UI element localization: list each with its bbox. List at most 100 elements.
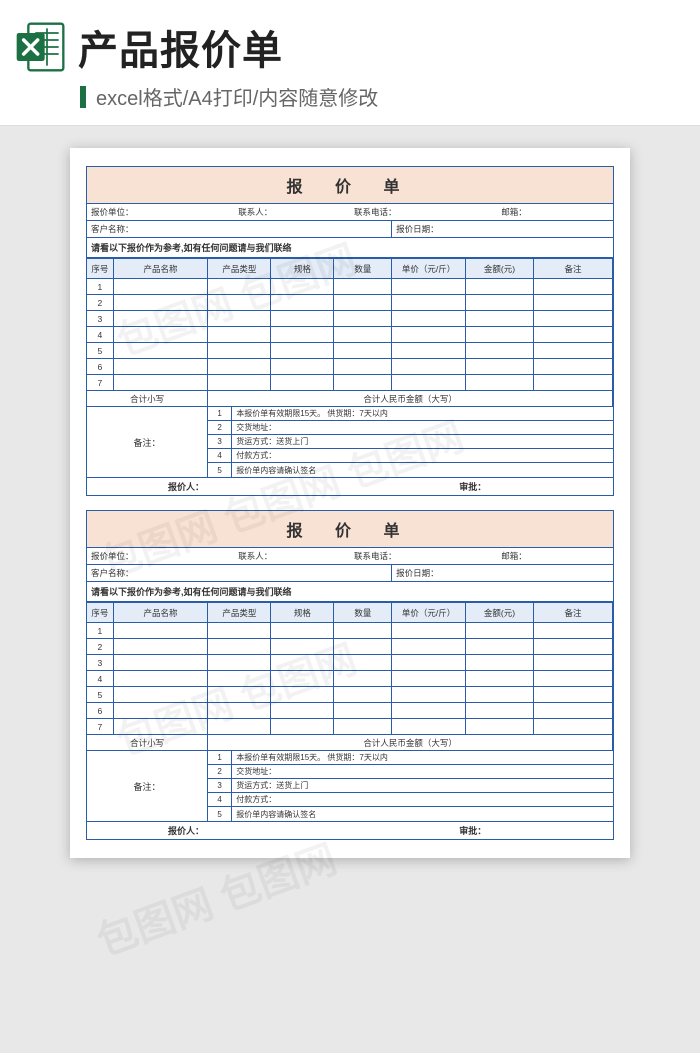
remark-line: 4付款方式： (208, 793, 613, 807)
info-row-2: 客户名称： 报价日期： (87, 221, 613, 238)
cell (465, 311, 533, 327)
date-label: 报价日期： (392, 221, 613, 237)
phone-label: 联系电话： (350, 204, 497, 220)
quoter-label: 报价人： (87, 822, 208, 839)
row-seq: 2 (87, 295, 113, 311)
cell (208, 671, 271, 687)
col-name: 产品名称 (113, 603, 208, 623)
table-header-row: 序号 产品名称 产品类型 规格 数量 单价（元/斤） 金额(元) 备注 (87, 603, 613, 623)
signature-row: 报价人： 审批： (87, 477, 613, 495)
approver-label: 审批： (455, 822, 613, 839)
col-spec: 规格 (271, 259, 334, 279)
cell (113, 703, 208, 719)
cell (334, 671, 392, 687)
col-remark: 备注 (534, 603, 613, 623)
cell (534, 311, 613, 327)
remark-line: 3货运方式：送货上门 (208, 779, 613, 793)
cell (534, 343, 613, 359)
remark-num: 1 (208, 751, 232, 764)
table-row: 5 (87, 343, 613, 359)
cell (534, 719, 613, 735)
cell (113, 343, 208, 359)
table-row: 7 (87, 719, 613, 735)
cell (271, 719, 334, 735)
cell (208, 343, 271, 359)
table-row: 2 (87, 639, 613, 655)
col-qty: 数量 (334, 259, 392, 279)
cell (334, 623, 392, 639)
cell (113, 311, 208, 327)
remark-num: 4 (208, 449, 232, 462)
cell (392, 359, 466, 375)
cell (208, 655, 271, 671)
cell (208, 719, 271, 735)
row-seq: 1 (87, 279, 113, 295)
cell (465, 295, 533, 311)
cell (113, 279, 208, 295)
watermark: 包图网 包图网 (88, 827, 344, 967)
approver-label: 审批： (455, 478, 613, 495)
cell (113, 639, 208, 655)
customer-label: 客户名称： (87, 221, 392, 237)
cell (465, 327, 533, 343)
quotation-sheet: 报 价 单 报价单位： 联系人： 联系电话： 邮箱： 客户名称： 报价日期： 请… (86, 166, 614, 496)
items-table: 序号 产品名称 产品类型 规格 数量 单价（元/斤） 金额(元) 备注 1234… (87, 258, 613, 407)
cell (392, 687, 466, 703)
row-seq: 4 (87, 671, 113, 687)
cell (534, 375, 613, 391)
cell (113, 687, 208, 703)
customer-label: 客户名称： (87, 565, 392, 581)
cell (334, 295, 392, 311)
cell (465, 655, 533, 671)
col-type: 产品类型 (208, 259, 271, 279)
remark-line: 5报价单内容请确认签名 (208, 807, 613, 821)
remarks-label: 备注： (87, 751, 208, 821)
cell (334, 719, 392, 735)
cell (271, 639, 334, 655)
table-header-row: 序号 产品名称 产品类型 规格 数量 单价（元/斤） 金额(元) 备注 (87, 259, 613, 279)
items-table: 序号 产品名称 产品类型 规格 数量 单价（元/斤） 金额(元) 备注 1234… (87, 602, 613, 751)
row-seq: 7 (87, 719, 113, 735)
cell (465, 279, 533, 295)
cell (392, 295, 466, 311)
row-seq: 1 (87, 623, 113, 639)
col-type: 产品类型 (208, 603, 271, 623)
col-seq: 序号 (87, 259, 113, 279)
remark-text: 本报价单有效期限15天。 供货期：7天以内 (232, 751, 613, 764)
cell (392, 703, 466, 719)
remark-text: 付款方式： (232, 793, 613, 806)
cell (113, 295, 208, 311)
cell (334, 279, 392, 295)
row-seq: 6 (87, 359, 113, 375)
cell (271, 295, 334, 311)
cell (208, 295, 271, 311)
instruction-note: 请看以下报价作为参考,如有任何问题请与我们联络 (87, 238, 613, 258)
cell (465, 343, 533, 359)
row-seq: 6 (87, 703, 113, 719)
cell (534, 687, 613, 703)
cell (334, 343, 392, 359)
sheet-title: 报 价 单 (87, 511, 613, 548)
remark-line: 1本报价单有效期限15天。 供货期：7天以内 (208, 407, 613, 421)
cell (392, 671, 466, 687)
col-remark: 备注 (534, 259, 613, 279)
cell (465, 639, 533, 655)
remarks-label: 备注： (87, 407, 208, 477)
remark-text: 本报价单有效期限15天。 供货期：7天以内 (232, 407, 613, 420)
template-subtitle-row: excel格式/A4打印/内容随意修改 (80, 82, 680, 111)
cell (208, 279, 271, 295)
email-label: 邮箱： (497, 548, 613, 564)
cell (334, 375, 392, 391)
cell (208, 687, 271, 703)
cell (271, 359, 334, 375)
remark-text: 交货地址： (232, 765, 613, 778)
template-title: 产品报价单 (78, 18, 283, 76)
date-label: 报价日期： (392, 565, 613, 581)
cell (392, 719, 466, 735)
col-spec: 规格 (271, 603, 334, 623)
cell (334, 687, 392, 703)
table-row: 4 (87, 327, 613, 343)
remark-num: 3 (208, 779, 232, 792)
accent-bar (80, 86, 86, 108)
cell (334, 655, 392, 671)
